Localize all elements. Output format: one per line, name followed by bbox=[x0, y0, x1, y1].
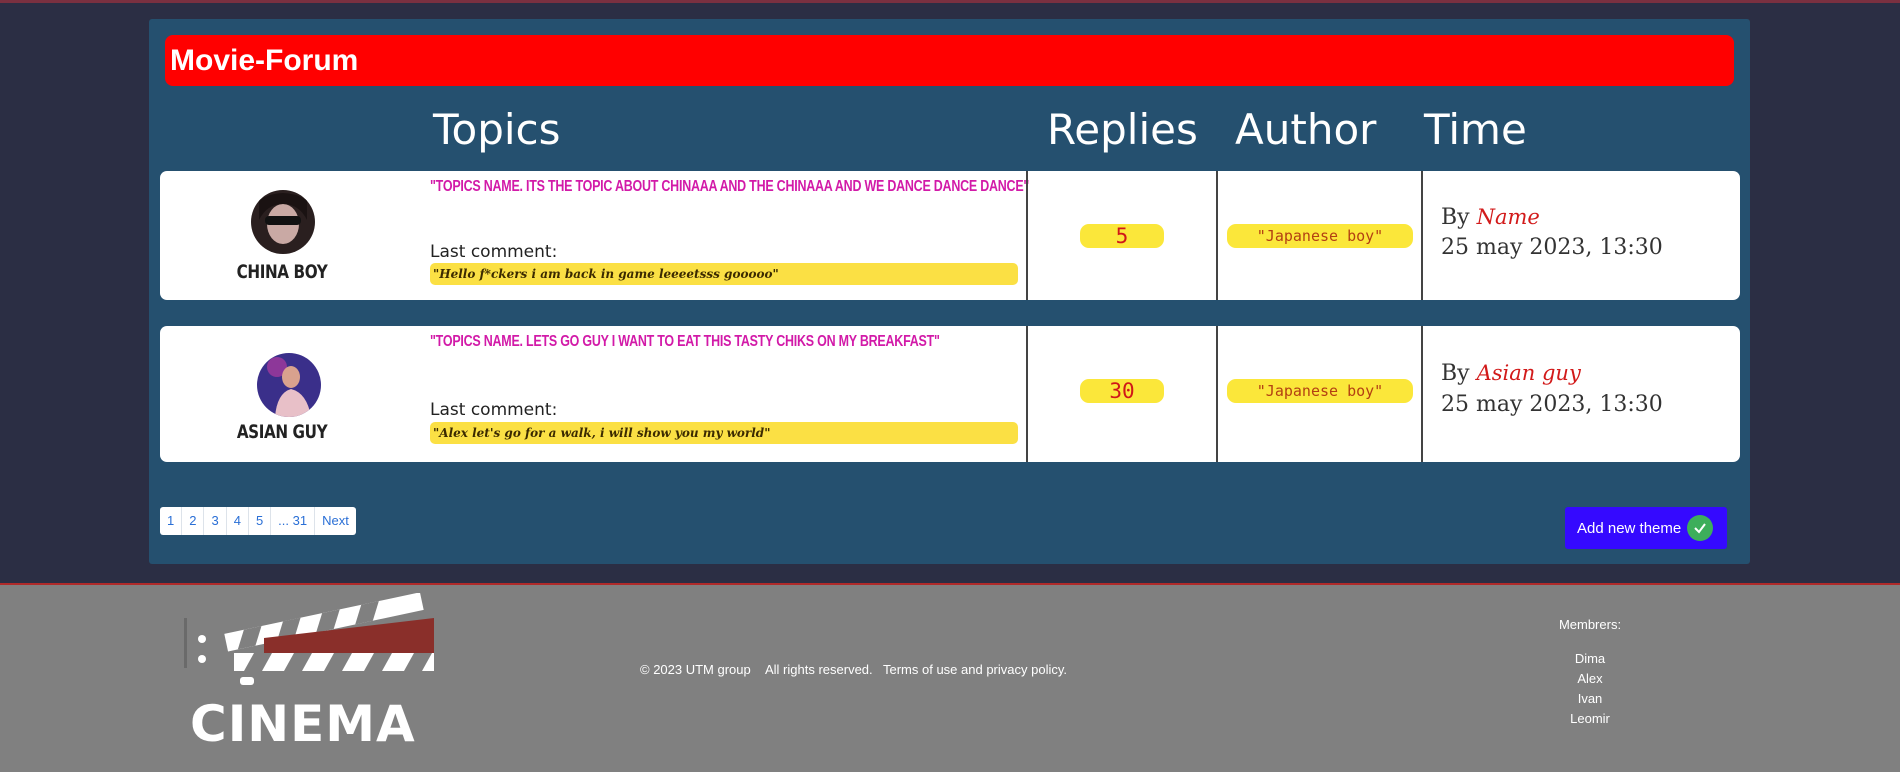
post-time: 25 may 2023, 13:30 bbox=[1441, 392, 1663, 417]
divider bbox=[1216, 326, 1218, 462]
topic-title-link[interactable]: "TOPICS NAME. LETS GO GUY I WANT TO EAT … bbox=[430, 333, 940, 351]
page-link-last[interactable]: ... 31 bbox=[271, 507, 316, 535]
page-link-5[interactable]: 5 bbox=[249, 507, 272, 535]
next-page-link[interactable]: Next bbox=[315, 507, 356, 535]
member-item: Ivan bbox=[1577, 691, 1603, 706]
user-name: ASIAN GUY bbox=[236, 421, 328, 443]
by-prefix: By bbox=[1441, 205, 1470, 230]
members-label: Membrers: bbox=[1558, 617, 1622, 632]
by-user-link[interactable]: Name bbox=[1477, 205, 1540, 229]
topic-row[interactable]: ASIAN GUY "TOPICS NAME. LETS GO GUY I WA… bbox=[160, 326, 1740, 462]
author-badge[interactable]: "Japanese boy" bbox=[1227, 379, 1413, 403]
user-avatar bbox=[251, 190, 315, 254]
cinema-logo[interactable]: CINEMA bbox=[184, 592, 444, 753]
column-header-author: Author bbox=[1235, 105, 1377, 154]
page-link-2[interactable]: 2 bbox=[182, 507, 205, 535]
rights-text: All rights reserved. bbox=[765, 662, 873, 677]
member-item: Alex bbox=[1577, 671, 1603, 686]
topic-title-link[interactable]: "TOPICS NAME. ITS THE TOPIC ABOUT CHINAA… bbox=[430, 178, 1029, 196]
check-icon bbox=[1687, 515, 1714, 541]
last-post-by: By Asian guy bbox=[1441, 361, 1581, 386]
pagination: 1 2 3 4 5 ... 31 Next bbox=[160, 507, 356, 535]
forum-panel: Movie-Forum Topics Replies Author Time C… bbox=[149, 19, 1750, 564]
column-header-replies: Replies bbox=[1047, 105, 1198, 154]
last-comment-text: "Alex let's go for a walk, i will show y… bbox=[430, 422, 1018, 444]
replies-count: 5 bbox=[1080, 224, 1164, 248]
author-badge[interactable]: "Japanese boy" bbox=[1227, 224, 1413, 248]
copyright-text: © 2023 UTM group bbox=[640, 662, 751, 677]
members-list: Membrers: Dima Alex Ivan Leomir bbox=[1530, 615, 1650, 729]
page-link-1[interactable]: 1 bbox=[160, 507, 183, 535]
member-item: Leomir bbox=[1570, 711, 1610, 726]
user-name: CHINA BOY bbox=[236, 261, 328, 283]
top-border bbox=[0, 0, 1900, 3]
by-prefix: By bbox=[1441, 361, 1470, 386]
by-user-link[interactable]: Asian guy bbox=[1477, 361, 1581, 385]
last-post-by: By Name bbox=[1441, 205, 1540, 230]
logo-text: CINEMA bbox=[190, 695, 416, 753]
member-item: Dima bbox=[1574, 651, 1606, 666]
forum-title: Movie-Forum bbox=[165, 35, 1734, 86]
post-time: 25 may 2023, 13:30 bbox=[1441, 235, 1663, 260]
last-comment-label: Last comment: bbox=[430, 242, 558, 262]
terms-link[interactable]: Terms of use and privacy policy. bbox=[883, 662, 1067, 677]
divider bbox=[1026, 326, 1028, 462]
divider bbox=[1216, 171, 1218, 300]
page-link-3[interactable]: 3 bbox=[204, 507, 227, 535]
last-comment-label: Last comment: bbox=[430, 400, 558, 420]
column-header-topics: Topics bbox=[433, 105, 561, 154]
add-button-label: Add new theme bbox=[1577, 519, 1682, 537]
last-comment-text: "Hello f*ckers i am back in game leeeets… bbox=[430, 263, 1018, 285]
add-new-theme-button[interactable]: Add new theme bbox=[1565, 507, 1727, 549]
user-avatar bbox=[257, 353, 321, 417]
divider bbox=[1026, 171, 1028, 300]
page-link-4[interactable]: 4 bbox=[227, 507, 249, 535]
divider bbox=[1421, 171, 1423, 300]
divider bbox=[1421, 326, 1423, 462]
column-header-time: Time bbox=[1424, 105, 1527, 154]
replies-count: 30 bbox=[1080, 379, 1164, 403]
footer: CINEMA © 2023 UTM group All rights reser… bbox=[0, 583, 1900, 772]
topic-row[interactable]: CHINA BOY "TOPICS NAME. ITS THE TOPIC AB… bbox=[160, 171, 1740, 300]
